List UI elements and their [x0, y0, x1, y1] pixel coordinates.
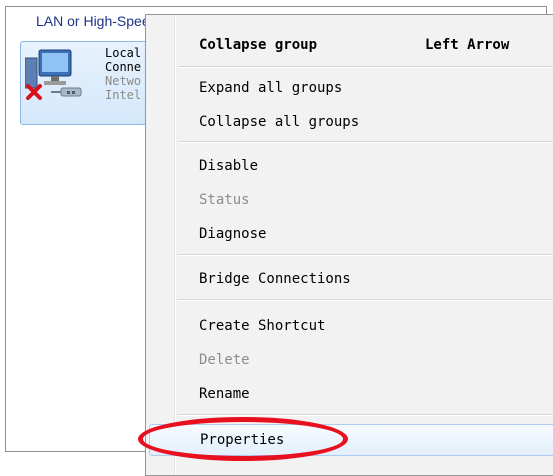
menu-separator [178, 141, 553, 143]
network-adapter-disconnected-icon [25, 49, 82, 100]
menu-item-disable[interactable]: Disable [149, 152, 553, 180]
connection-name-line2: Conne [105, 60, 142, 74]
menu-item-label: Expand all groups [199, 80, 343, 96]
menu-separator [178, 66, 553, 68]
menu-item-collapse-all-groups[interactable]: Collapse all groups [149, 108, 553, 136]
menu-item-label: Bridge Connections [199, 271, 351, 287]
menu-item-rename[interactable]: Rename [149, 380, 553, 408]
menu-item-label: Diagnose [199, 226, 267, 242]
menu-item-collapse-group[interactable]: Collapse group Left Arrow [149, 31, 553, 59]
menu-separator [178, 299, 553, 301]
menu-item-status: Status [149, 186, 553, 214]
menu-item-label: Collapse all groups [199, 114, 360, 130]
connection-device: Intel [105, 88, 142, 102]
connection-name-line1: Local [105, 46, 142, 60]
menu-item-label: Rename [199, 386, 250, 402]
menu-item-label: Collapse group [199, 37, 318, 53]
menu-item-label: Create Shortcut [199, 318, 326, 334]
menu-item-bridge-connections[interactable]: Bridge Connections [149, 265, 553, 293]
menu-separator [178, 414, 553, 416]
annotation-highlight-ring [138, 417, 348, 461]
menu-separator [178, 254, 553, 256]
menu-item-label: Disable [199, 158, 259, 174]
menu-item-delete: Delete [149, 346, 553, 374]
menu-item-label: Delete [199, 352, 250, 368]
context-menu: Collapse group Left Arrow Expand all gro… [145, 14, 553, 476]
connection-status: Netwo [105, 74, 142, 88]
menu-item-diagnose[interactable]: Diagnose [149, 220, 553, 248]
menu-item-accelerator: Left Arrow [425, 37, 510, 53]
menu-item-create-shortcut[interactable]: Create Shortcut [149, 312, 553, 340]
connection-item-text: Local Conne Netwo Intel [105, 46, 141, 102]
menu-item-label: Status [199, 192, 250, 208]
menu-item-expand-all-groups[interactable]: Expand all groups [149, 74, 553, 102]
